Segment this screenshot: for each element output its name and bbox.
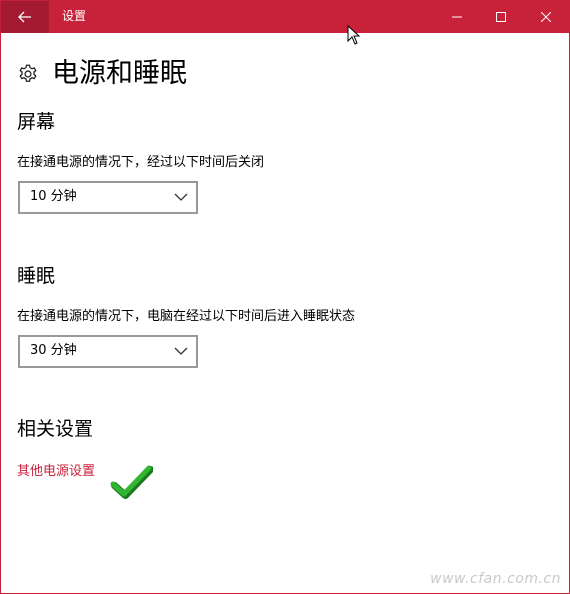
checkmark-icon [110, 465, 153, 499]
minimize-button[interactable] [434, 1, 480, 33]
mouse-cursor-icon [347, 25, 361, 45]
watermark: www.cfan.com.cn [430, 571, 561, 587]
screen-description: 在接通电源的情况下，经过以下时间后关闭 [17, 155, 265, 170]
page-header: 电源和睡眠 [17, 57, 187, 91]
chevron-down-icon [174, 193, 188, 201]
settings-window: 设置 电源和睡眠 屏幕 在接通电源的情况下，经过以下时间后关闭 10 分钟 睡眠… [0, 0, 570, 594]
chevron-down-icon [174, 347, 188, 355]
window-title: 设置 [62, 9, 87, 23]
back-arrow-icon [18, 11, 31, 23]
title-bar: 设置 [1, 1, 569, 33]
gear-icon [19, 64, 37, 82]
sleep-timeout-value: 30 分钟 [30, 343, 77, 358]
minimize-icon [452, 16, 462, 18]
close-button[interactable] [523, 1, 569, 33]
maximize-button[interactable] [478, 1, 524, 33]
related-settings-heading: 相关设置 [17, 418, 94, 440]
sleep-timeout-dropdown[interactable]: 30 分钟 [18, 335, 198, 368]
close-icon [541, 12, 551, 22]
screen-timeout-value: 10 分钟 [30, 189, 77, 204]
additional-power-settings-link[interactable]: 其他电源设置 [17, 463, 95, 481]
sleep-heading: 睡眠 [17, 265, 56, 287]
screen-heading: 屏幕 [17, 111, 56, 133]
maximize-icon [496, 12, 506, 22]
page-title: 电源和睡眠 [52, 58, 187, 89]
back-button[interactable] [1, 1, 49, 33]
sleep-description: 在接通电源的情况下，电脑在经过以下时间后进入睡眠状态 [17, 309, 356, 324]
screen-timeout-dropdown[interactable]: 10 分钟 [18, 181, 198, 214]
